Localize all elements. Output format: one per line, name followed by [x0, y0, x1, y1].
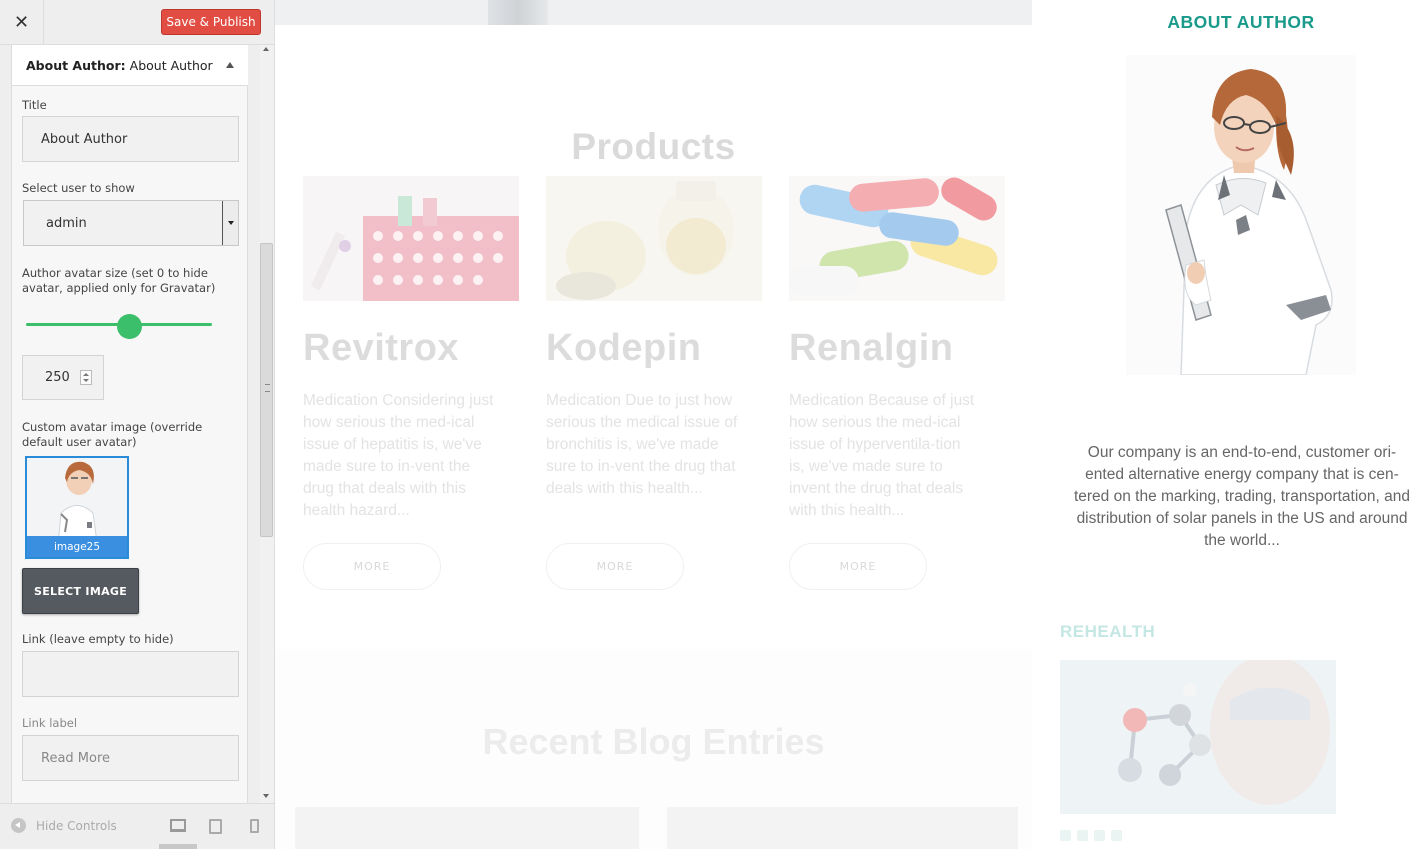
- header-image: [488, 0, 548, 25]
- main-content: Products Revitrox Kodepin Renalgin Medic…: [275, 25, 1032, 849]
- youtube-icon[interactable]: [1111, 830, 1122, 841]
- product-image-renalgin[interactable]: [789, 176, 1005, 301]
- close-icon[interactable]: ✕: [0, 0, 44, 44]
- customizer-sidebar: ✕ Save & Publish About Author: About Aut…: [0, 0, 275, 849]
- product-description: Medication Due to just how serious the m…: [546, 392, 738, 497]
- rehealth-heading: REHEALTH: [1060, 622, 1156, 641]
- tablet-preview-icon[interactable]: [209, 819, 222, 834]
- select-user-value: admin: [46, 215, 87, 231]
- select-user-label: Select user to show: [22, 181, 135, 195]
- site-preview: Products Revitrox Kodepin Renalgin Medic…: [275, 0, 1419, 849]
- rehealth-image[interactable]: [1060, 660, 1336, 814]
- hide-controls-label: Hide Controls: [36, 818, 117, 833]
- avatar-size-number-input[interactable]: 250: [22, 355, 104, 400]
- customizer-footer: Hide Controls: [0, 803, 274, 849]
- site-sidebar: ABOUT AUTHOR Our company is an end-to-en…: [1032, 0, 1419, 849]
- avatar-size-label: Author avatar size (set 0 to hide avatar…: [22, 266, 216, 295]
- product-description: Medication Because of just how serious t…: [789, 392, 975, 519]
- product-description: Medication Considering just how serious …: [303, 392, 494, 519]
- save-publish-button[interactable]: Save & Publish: [161, 9, 261, 35]
- product-title-kodepin[interactable]: Kodepin: [546, 327, 701, 370]
- avatar-size-slider[interactable]: [26, 314, 212, 339]
- about-author-heading: ABOUT AUTHOR: [1167, 12, 1315, 32]
- chevron-down-icon[interactable]: [222, 201, 238, 245]
- customizer-header: ✕ Save & Publish: [0, 0, 274, 45]
- facebook-icon[interactable]: [1060, 830, 1071, 841]
- active-device-indicator: [159, 844, 197, 849]
- sidebar-scrollbar[interactable]: [260, 45, 274, 803]
- mobile-preview-icon[interactable]: [250, 819, 259, 833]
- social-links: [1060, 830, 1122, 841]
- link-input[interactable]: [22, 651, 239, 697]
- thumbnail-caption: image25: [27, 536, 127, 557]
- slider-thumb[interactable]: [117, 314, 142, 339]
- title-input[interactable]: About Author: [22, 116, 239, 162]
- blog-heading: Recent Blog Entries: [482, 721, 825, 762]
- products-heading: Products: [571, 126, 736, 167]
- about-author-text: Our company is an end-to-end, customer o…: [1073, 444, 1411, 549]
- twitter-icon[interactable]: [1077, 830, 1088, 841]
- hide-controls-button[interactable]: Hide Controls: [11, 818, 117, 833]
- custom-avatar-label: Custom avatar image (override default us…: [22, 420, 203, 449]
- custom-avatar-thumbnail[interactable]: image25: [25, 456, 129, 559]
- collapse-caret-icon[interactable]: [226, 62, 234, 68]
- panel-section-label: About Author:: [26, 57, 126, 73]
- blog-image[interactable]: [295, 807, 639, 849]
- collapse-arrow-icon: [11, 818, 26, 833]
- controls-scroll-area: About Author: About Author Title About A…: [0, 45, 260, 803]
- scrollbar-thumb[interactable]: [260, 243, 273, 537]
- author-avatar: [1126, 55, 1356, 376]
- more-button[interactable]: MORE: [303, 543, 441, 590]
- desktop-preview-icon[interactable]: [170, 819, 186, 832]
- more-button[interactable]: MORE: [789, 543, 927, 590]
- select-image-button[interactable]: SELECT IMAGE: [22, 568, 139, 614]
- link-text-input[interactable]: Read More: [22, 735, 239, 781]
- scroll-down-arrow-icon[interactable]: [263, 794, 269, 798]
- scroll-up-arrow-icon[interactable]: [263, 47, 269, 51]
- product-title-renalgin[interactable]: Renalgin: [789, 327, 953, 370]
- panel-section-name: About Author: [129, 57, 213, 73]
- link-label: Link (leave empty to hide): [22, 632, 174, 646]
- product-image-revitrox[interactable]: [303, 176, 519, 301]
- panel-header[interactable]: About Author: About Author: [12, 45, 248, 86]
- avatar-size-value: 250: [45, 370, 70, 385]
- blog-image[interactable]: [667, 807, 1018, 849]
- product-title-revitrox[interactable]: Revitrox: [303, 327, 459, 370]
- grip-icon: [265, 384, 270, 392]
- title-label: Title: [22, 98, 47, 112]
- number-spinner[interactable]: [80, 370, 92, 385]
- blog-section: Recent Blog Entries: [275, 649, 1032, 849]
- dribbble-icon[interactable]: [1094, 830, 1105, 841]
- select-user-dropdown[interactable]: admin: [23, 200, 239, 246]
- more-button[interactable]: MORE: [546, 543, 684, 590]
- header-image-strip: [275, 0, 1032, 25]
- link-text-label: Link label: [22, 716, 78, 730]
- widget-panel: About Author: About Author Title About A…: [11, 45, 248, 803]
- product-image-kodepin[interactable]: [546, 176, 762, 301]
